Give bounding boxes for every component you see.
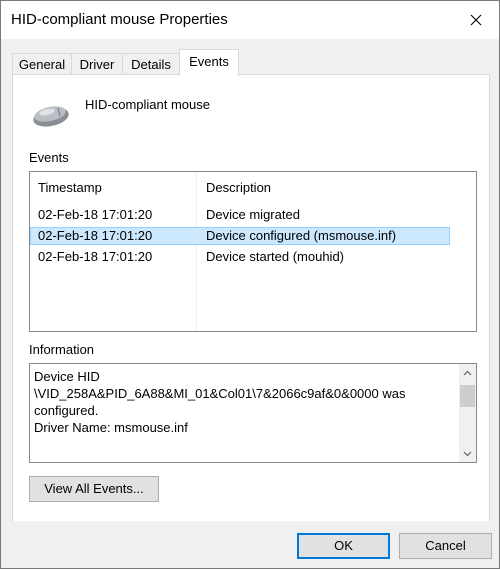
close-button[interactable] — [453, 1, 499, 39]
event-row-selected[interactable]: 02-Feb-18 17:01:20 Device configured (ms… — [30, 227, 450, 245]
tab-strip: General Driver Details Events — [12, 49, 492, 76]
chevron-down-icon — [463, 451, 472, 456]
scroll-up-button[interactable] — [459, 364, 476, 381]
events-list[interactable]: Timestamp Description 02-Feb-18 17:01:20… — [29, 171, 477, 332]
vertical-scrollbar[interactable] — [459, 364, 476, 462]
event-description: Device configured (msmouse.inf) — [206, 228, 397, 243]
cancel-button[interactable]: Cancel — [399, 533, 492, 559]
chevron-up-icon — [463, 370, 472, 375]
tab-general[interactable]: General — [12, 53, 72, 75]
mouse-icon — [33, 106, 69, 127]
information-label: Information — [29, 342, 95, 357]
view-all-events-button[interactable]: View All Events... — [29, 476, 159, 502]
ok-button[interactable]: OK — [297, 533, 390, 559]
event-timestamp: 02-Feb-18 17:01:20 — [38, 228, 153, 243]
events-label: Events — [29, 150, 69, 165]
tab-details[interactable]: Details — [122, 53, 180, 75]
events-tab-panel: HID-compliant mouse Events Timestamp Des… — [12, 74, 490, 523]
scrollbar-thumb[interactable] — [460, 385, 475, 407]
event-description: Device migrated — [206, 207, 300, 222]
device-name: HID-compliant mouse — [85, 97, 210, 112]
scroll-down-button[interactable] — [459, 445, 476, 462]
column-header-timestamp[interactable]: Timestamp — [38, 180, 102, 195]
tab-driver[interactable]: Driver — [71, 53, 123, 75]
event-description: Device started (mouhid) — [206, 249, 344, 264]
info-line: Device HID — [34, 369, 100, 384]
event-row[interactable]: 02-Feb-18 17:01:20 Device started (mouhi… — [30, 248, 450, 266]
info-line: \VID_258A&PID_6A88&MI_01&Col01\7&2066c9a… — [34, 386, 410, 418]
column-header-description[interactable]: Description — [206, 180, 271, 195]
window-title: HID-compliant mouse Properties — [11, 11, 228, 28]
tab-events[interactable]: Events — [179, 49, 239, 76]
title-bar: HID-compliant mouse Properties — [1, 1, 499, 39]
properties-dialog: HID-compliant mouse Properties General D… — [0, 0, 500, 569]
dialog-footer: OK Cancel — [1, 521, 499, 568]
info-line: Driver Name: msmouse.inf — [34, 420, 188, 435]
event-timestamp: 02-Feb-18 17:01:20 — [38, 249, 153, 264]
close-icon — [470, 14, 482, 26]
information-text: Device HID \VID_258A&PID_6A88&MI_01&Col0… — [34, 368, 452, 436]
event-timestamp: 02-Feb-18 17:01:20 — [38, 207, 153, 222]
event-row[interactable]: 02-Feb-18 17:01:20 Device migrated — [30, 206, 450, 224]
information-textbox[interactable]: Device HID \VID_258A&PID_6A88&MI_01&Col0… — [29, 363, 477, 463]
